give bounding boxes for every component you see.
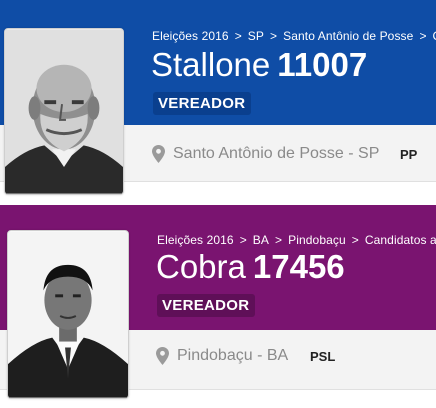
- role-badge: VEREADOR: [153, 92, 252, 115]
- breadcrumb-item-election[interactable]: Eleições 2016: [152, 29, 229, 43]
- breadcrumb-item-candidates[interactable]: C: [433, 29, 436, 43]
- breadcrumb-item-candidates[interactable]: Candidatos a: [365, 233, 436, 247]
- breadcrumb: Eleições 2016 > SP > Santo Antônio de Posse >…: [152, 29, 436, 43]
- party-label: PP: [400, 147, 418, 162]
- breadcrumb-separator: >: [234, 29, 242, 43]
- breadcrumb-separator: >: [419, 29, 427, 43]
- candidate-card[interactable]: Eleições 2016 > SP > Santo Antônio de Posse >…: [0, 0, 436, 200]
- breadcrumb-item-election[interactable]: Eleições 2016: [157, 233, 234, 247]
- portrait-young-man-image: [8, 231, 128, 398]
- candidate-number: 11007: [277, 46, 368, 83]
- breadcrumb-separator: >: [270, 29, 278, 43]
- candidate-name: Cobra: [156, 248, 246, 285]
- candidate-heading[interactable]: Stallone 11007: [151, 47, 367, 83]
- breadcrumb-item-city[interactable]: Santo Antônio de Posse: [283, 29, 413, 43]
- candidate-photo[interactable]: [7, 230, 129, 399]
- candidate-card[interactable]: Eleições 2016 > BA > Pindobaçu > Candidatos a …: [0, 205, 436, 408]
- candidate-photo[interactable]: [4, 28, 124, 195]
- breadcrumb-separator: >: [351, 233, 359, 247]
- breadcrumb-item-state[interactable]: SP: [248, 29, 264, 43]
- map-pin-icon: [152, 145, 165, 163]
- breadcrumb-separator: >: [275, 233, 283, 247]
- candidate-location: Pindobaçu - BA: [177, 347, 289, 364]
- role-badge: VEREADOR: [157, 294, 256, 317]
- portrait-older-man-image: [5, 29, 123, 194]
- breadcrumb-item-city[interactable]: Pindobaçu: [288, 233, 346, 247]
- candidate-number: 17456: [252, 248, 345, 285]
- party-label: PSL: [310, 349, 336, 364]
- breadcrumb-separator: >: [239, 233, 247, 247]
- map-pin-icon: [156, 347, 169, 365]
- breadcrumb-item-state[interactable]: BA: [253, 233, 269, 247]
- breadcrumb: Eleições 2016 > BA > Pindobaçu > Candidatos a: [157, 233, 436, 247]
- candidate-location: Santo Antônio de Posse - SP: [173, 145, 380, 162]
- candidate-name: Stallone: [151, 46, 271, 83]
- candidate-heading[interactable]: Cobra 17456: [156, 249, 345, 285]
